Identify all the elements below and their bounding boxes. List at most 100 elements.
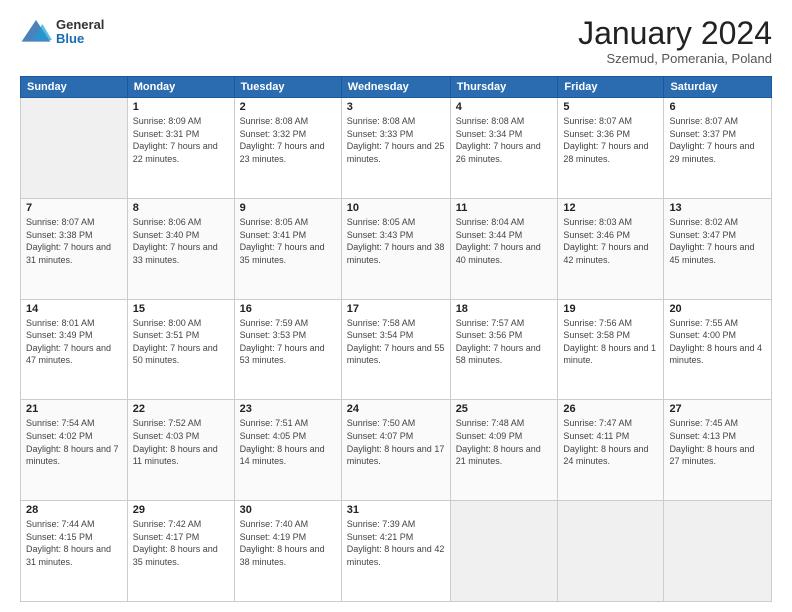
day-info: Sunrise: 7:42 AMSunset: 4:17 PMDaylight:… (133, 518, 229, 568)
day-number: 24 (347, 403, 445, 415)
calendar-cell: 28 Sunrise: 7:44 AMSunset: 4:15 PMDayligh… (21, 501, 128, 602)
calendar-cell (450, 501, 558, 602)
calendar-cell: 26 Sunrise: 7:47 AMSunset: 4:11 PMDayligh… (558, 400, 664, 501)
calendar-cell: 15 Sunrise: 8:00 AMSunset: 3:51 PMDayligh… (127, 299, 234, 400)
day-info: Sunrise: 7:56 AMSunset: 3:58 PMDaylight:… (563, 317, 658, 367)
day-number: 2 (240, 101, 336, 113)
calendar-cell: 10 Sunrise: 8:05 AMSunset: 3:43 PMDayligh… (341, 198, 450, 299)
calendar-cell: 13 Sunrise: 8:02 AMSunset: 3:47 PMDayligh… (664, 198, 772, 299)
day-info: Sunrise: 8:07 AMSunset: 3:38 PMDaylight:… (26, 216, 122, 266)
day-info: Sunrise: 7:59 AMSunset: 3:53 PMDaylight:… (240, 317, 336, 367)
calendar-cell: 14Sunrise: 8:01 AMSunset: 3:49 PMDayligh… (21, 299, 128, 400)
day-number: 13 (669, 202, 766, 214)
calendar-cell: 3 Sunrise: 8:08 AMSunset: 3:33 PMDaylight… (341, 98, 450, 199)
calendar-cell: 20Sunrise: 7:55 AMSunset: 4:00 PMDayligh… (664, 299, 772, 400)
day-number: 1 (133, 101, 229, 113)
calendar-header-row: SundayMondayTuesdayWednesdayThursdayFrid… (21, 77, 772, 98)
calendar-cell: 17 Sunrise: 7:58 AMSunset: 3:54 PMDayligh… (341, 299, 450, 400)
day-number: 30 (240, 504, 336, 516)
calendar-cell: 8Sunrise: 8:06 AMSunset: 3:40 PMDaylight… (127, 198, 234, 299)
day-info: Sunrise: 7:50 AMSunset: 4:07 PMDaylight:… (347, 417, 445, 467)
calendar-cell: 25Sunrise: 7:48 AMSunset: 4:09 PMDayligh… (450, 400, 558, 501)
calendar-cell: 12Sunrise: 8:03 AMSunset: 3:46 PMDayligh… (558, 198, 664, 299)
day-info: Sunrise: 7:44 AMSunset: 4:15 PMDaylight:… (26, 518, 122, 568)
day-number: 17 (347, 303, 445, 315)
calendar-week-row: 7 Sunrise: 8:07 AMSunset: 3:38 PMDaylight… (21, 198, 772, 299)
title-block: January 2024 Szemud, Pomerania, Poland (578, 16, 772, 66)
calendar-cell: 2 Sunrise: 8:08 AMSunset: 3:32 PMDaylight… (234, 98, 341, 199)
day-number: 11 (456, 202, 553, 214)
logo-icon (20, 16, 52, 48)
day-info: Sunrise: 7:51 AMSunset: 4:05 PMDaylight:… (240, 417, 336, 467)
day-info: Sunrise: 8:00 AMSunset: 3:51 PMDaylight:… (133, 317, 229, 367)
day-info: Sunrise: 7:54 AMSunset: 4:02 PMDaylight:… (26, 417, 122, 467)
day-number: 23 (240, 403, 336, 415)
day-number: 6 (669, 101, 766, 113)
calendar-cell: 11 Sunrise: 8:04 AMSunset: 3:44 PMDayligh… (450, 198, 558, 299)
calendar-cell: 4 Sunrise: 8:08 AMSunset: 3:34 PMDaylight… (450, 98, 558, 199)
day-number: 26 (563, 403, 658, 415)
day-info: Sunrise: 8:08 AMSunset: 3:34 PMDaylight:… (456, 115, 553, 165)
calendar-cell: 5 Sunrise: 8:07 AMSunset: 3:36 PMDaylight… (558, 98, 664, 199)
day-number: 14 (26, 303, 122, 315)
day-info: Sunrise: 8:09 AMSunset: 3:31 PMDaylight:… (133, 115, 229, 165)
calendar-cell (558, 501, 664, 602)
day-number: 18 (456, 303, 553, 315)
day-number: 29 (133, 504, 229, 516)
page: General Blue January 2024 Szemud, Pomera… (0, 0, 792, 612)
day-number: 10 (347, 202, 445, 214)
day-info: Sunrise: 7:57 AMSunset: 3:56 PMDaylight:… (456, 317, 553, 367)
calendar-cell: 30Sunrise: 7:40 AMSunset: 4:19 PMDayligh… (234, 501, 341, 602)
calendar-cell: 22Sunrise: 7:52 AMSunset: 4:03 PMDayligh… (127, 400, 234, 501)
logo-general-text: General (56, 18, 104, 32)
calendar-cell: 1 Sunrise: 8:09 AMSunset: 3:31 PMDaylight… (127, 98, 234, 199)
day-info: Sunrise: 8:07 AMSunset: 3:37 PMDaylight:… (669, 115, 766, 165)
calendar-cell: 29 Sunrise: 7:42 AMSunset: 4:17 PMDayligh… (127, 501, 234, 602)
day-info: Sunrise: 8:05 AMSunset: 3:43 PMDaylight:… (347, 216, 445, 266)
col-header-saturday: Saturday (664, 77, 772, 98)
day-info: Sunrise: 7:47 AMSunset: 4:11 PMDaylight:… (563, 417, 658, 467)
day-number: 16 (240, 303, 336, 315)
calendar-cell: 21Sunrise: 7:54 AMSunset: 4:02 PMDayligh… (21, 400, 128, 501)
calendar-cell (664, 501, 772, 602)
day-number: 15 (133, 303, 229, 315)
day-info: Sunrise: 8:08 AMSunset: 3:32 PMDaylight:… (240, 115, 336, 165)
day-info: Sunrise: 7:45 AMSunset: 4:13 PMDaylight:… (669, 417, 766, 467)
calendar-cell: 16 Sunrise: 7:59 AMSunset: 3:53 PMDayligh… (234, 299, 341, 400)
day-info: Sunrise: 7:52 AMSunset: 4:03 PMDaylight:… (133, 417, 229, 467)
day-info: Sunrise: 8:02 AMSunset: 3:47 PMDaylight:… (669, 216, 766, 266)
logo: General Blue (20, 16, 104, 48)
day-number: 8 (133, 202, 229, 214)
day-number: 28 (26, 504, 122, 516)
day-number: 27 (669, 403, 766, 415)
day-number: 3 (347, 101, 445, 113)
day-number: 31 (347, 504, 445, 516)
col-header-thursday: Thursday (450, 77, 558, 98)
month-title: January 2024 (578, 16, 772, 51)
day-info: Sunrise: 7:39 AMSunset: 4:21 PMDaylight:… (347, 518, 445, 568)
day-info: Sunrise: 8:04 AMSunset: 3:44 PMDaylight:… (456, 216, 553, 266)
logo-text: General Blue (56, 18, 104, 47)
day-number: 12 (563, 202, 658, 214)
col-header-monday: Monday (127, 77, 234, 98)
calendar-cell: 19Sunrise: 7:56 AMSunset: 3:58 PMDayligh… (558, 299, 664, 400)
col-header-friday: Friday (558, 77, 664, 98)
calendar-week-row: 21Sunrise: 7:54 AMSunset: 4:02 PMDayligh… (21, 400, 772, 501)
col-header-sunday: Sunday (21, 77, 128, 98)
day-number: 25 (456, 403, 553, 415)
calendar-cell: 18 Sunrise: 7:57 AMSunset: 3:56 PMDayligh… (450, 299, 558, 400)
day-number: 7 (26, 202, 122, 214)
day-number: 4 (456, 101, 553, 113)
col-header-wednesday: Wednesday (341, 77, 450, 98)
day-number: 20 (669, 303, 766, 315)
logo-blue-text: Blue (56, 32, 104, 46)
calendar-cell: 23 Sunrise: 7:51 AMSunset: 4:05 PMDayligh… (234, 400, 341, 501)
calendar-cell: 6 Sunrise: 8:07 AMSunset: 3:37 PMDaylight… (664, 98, 772, 199)
header: General Blue January 2024 Szemud, Pomera… (20, 16, 772, 66)
calendar-cell: 24 Sunrise: 7:50 AMSunset: 4:07 PMDayligh… (341, 400, 450, 501)
day-number: 5 (563, 101, 658, 113)
day-info: Sunrise: 8:08 AMSunset: 3:33 PMDaylight:… (347, 115, 445, 165)
calendar-cell (21, 98, 128, 199)
day-info: Sunrise: 7:58 AMSunset: 3:54 PMDaylight:… (347, 317, 445, 367)
day-info: Sunrise: 8:07 AMSunset: 3:36 PMDaylight:… (563, 115, 658, 165)
